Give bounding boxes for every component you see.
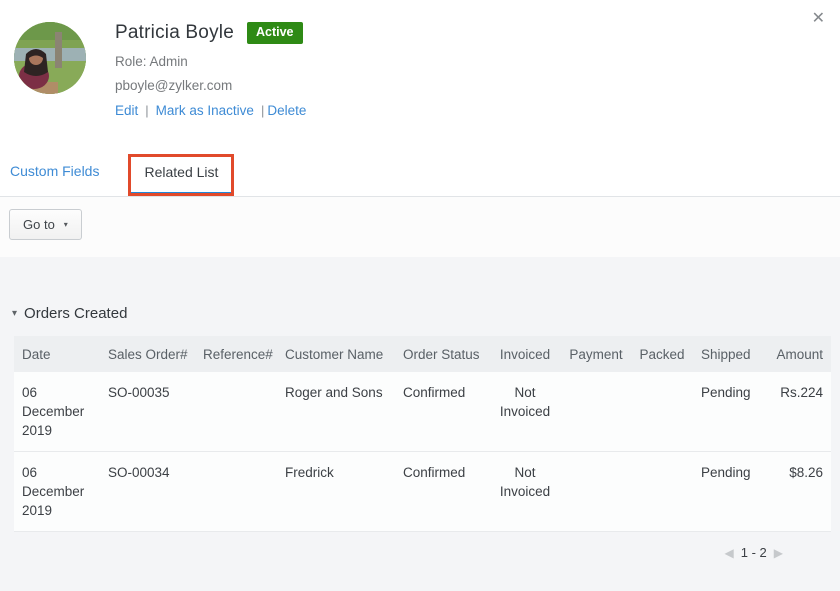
- tab-custom-fields[interactable]: Custom Fields: [8, 163, 109, 196]
- separator: |: [145, 103, 148, 118]
- cell-amount: $8.26: [759, 452, 831, 532]
- table-row: 06 December 2019 SO-00035 Roger and Sons…: [14, 372, 831, 452]
- col-header-reference: Reference#: [195, 336, 277, 372]
- col-header-amount: Amount: [759, 336, 831, 372]
- goto-toolbar: Go to ▾: [0, 197, 840, 257]
- cell-sales-order: SO-00035: [100, 372, 195, 452]
- cell-reference: [195, 452, 277, 532]
- cell-packed: [631, 452, 693, 532]
- cell-payment: [561, 372, 631, 452]
- cell-payment: [561, 452, 631, 532]
- col-header-order-status: Order Status: [395, 336, 489, 372]
- col-header-payment: Payment: [561, 336, 631, 372]
- next-page-icon[interactable]: ▶: [774, 547, 783, 559]
- section-title: Orders Created: [24, 305, 127, 322]
- user-name: Patricia Boyle: [115, 22, 234, 44]
- col-header-date: Date: [14, 336, 100, 372]
- avatar: [14, 22, 86, 94]
- goto-button[interactable]: Go to ▾: [9, 209, 82, 240]
- chevron-down-icon: ▾: [64, 220, 68, 229]
- edit-link[interactable]: Edit: [115, 103, 138, 118]
- col-header-sales-order: Sales Order#: [100, 336, 195, 372]
- cell-order-status-link[interactable]: Confirmed: [395, 452, 489, 532]
- orders-table: Date Sales Order# Reference# Customer Na…: [14, 336, 831, 532]
- avatar-image: [14, 22, 86, 94]
- cell-customer-name: Roger and Sons: [277, 372, 395, 452]
- cell-order-status-link[interactable]: Confirmed: [395, 372, 489, 452]
- cell-invoiced: Not Invoiced: [489, 452, 561, 532]
- pagination: ◀ 1 - 2 ▶: [0, 532, 840, 560]
- cell-date: 06 December 2019: [14, 452, 100, 532]
- mark-inactive-link[interactable]: Mark as Inactive: [156, 103, 254, 118]
- pagination-range: 1 - 2: [741, 545, 767, 560]
- cell-packed: [631, 372, 693, 452]
- cell-date: 06 December 2019: [14, 372, 100, 452]
- cell-reference: [195, 372, 277, 452]
- profile-header: ✕ Patricia Boyle Active Role: Admin pboy…: [0, 0, 840, 140]
- cell-shipped: Pending: [693, 452, 759, 532]
- col-header-invoiced: Invoiced: [489, 336, 561, 372]
- col-header-shipped: Shipped: [693, 336, 759, 372]
- tab-related-list-label: Related List: [144, 164, 218, 180]
- tab-related-list[interactable]: Related List: [128, 154, 234, 196]
- user-role: Role: Admin: [115, 54, 840, 69]
- orders-created-toggle[interactable]: ▾ Orders Created: [0, 257, 127, 322]
- collapse-caret-icon: ▾: [12, 308, 17, 319]
- separator: |: [261, 103, 264, 118]
- tab-bar: Custom Fields Related List: [0, 140, 840, 197]
- cell-amount: Rs.224: [759, 372, 831, 452]
- cell-customer-name: Fredrick: [277, 452, 395, 532]
- status-badge: Active: [247, 22, 303, 44]
- cell-sales-order: SO-00034: [100, 452, 195, 532]
- close-icon[interactable]: ✕: [812, 11, 825, 27]
- cell-shipped: Pending: [693, 372, 759, 452]
- prev-page-icon[interactable]: ◀: [725, 547, 734, 559]
- table-header-row: Date Sales Order# Reference# Customer Na…: [14, 336, 831, 372]
- user-email: pboyle@zylker.com: [115, 78, 840, 93]
- table-row: 06 December 2019 SO-00034 Fredrick Confi…: [14, 452, 831, 532]
- delete-link[interactable]: Delete: [267, 103, 306, 118]
- profile-actions: Edit | Mark as Inactive | Delete: [115, 103, 840, 118]
- col-header-packed: Packed: [631, 336, 693, 372]
- related-list-section: ▾ Orders Created Date Sales Order# Refer…: [0, 257, 840, 591]
- col-header-customer-name: Customer Name: [277, 336, 395, 372]
- goto-button-label: Go to: [23, 217, 55, 232]
- cell-invoiced: Not Invoiced: [489, 372, 561, 452]
